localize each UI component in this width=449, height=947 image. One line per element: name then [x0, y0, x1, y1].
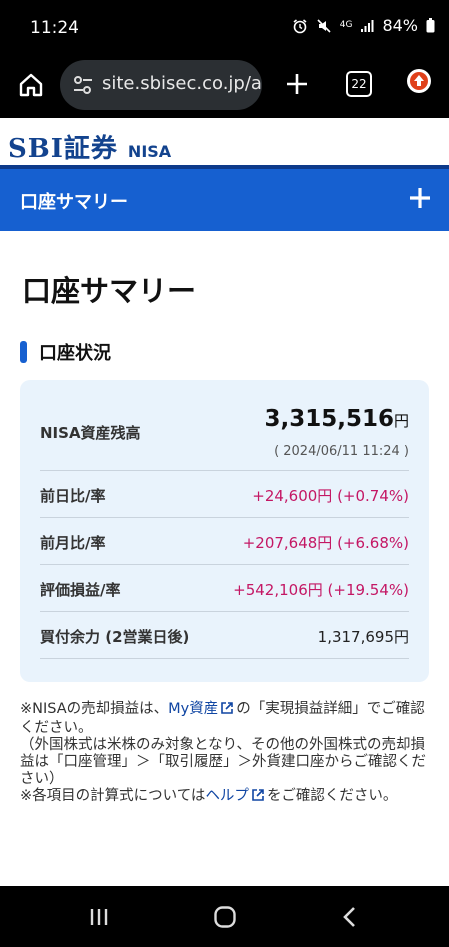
network-type-icon: 4G — [339, 20, 353, 30]
upload-arrow-icon — [410, 72, 428, 90]
row-label: 前日比/率 — [40, 487, 106, 505]
summary-row: 評価損益/率 +542,106円 (+19.54%) — [40, 564, 409, 612]
mute-icon — [316, 18, 332, 34]
sbi-logo[interactable]: SBI証券 NISA — [8, 128, 172, 164]
note-2: （外国株式は米株のみ対象となり、その他の外国株式の売却損益は「口座管理」＞「取引… — [20, 737, 426, 787]
as-of-timestamp: ( 2024/06/11 11:24 ) — [274, 444, 409, 459]
status-bar: 11:24 4G 84% — [0, 0, 449, 58]
summary-row-total: NISA資産残高 3,315,516円 ( 2024/06/11 11:24 ) — [40, 380, 409, 471]
total-label: NISA資産残高 — [40, 424, 141, 442]
tab-switcher-button[interactable]: 22 — [346, 71, 372, 97]
status-icons: 4G 84% — [292, 16, 435, 35]
site-settings-icon[interactable] — [72, 74, 94, 100]
alarm-icon — [292, 18, 308, 34]
notes: ※NISAの売却損益は、My資産 の「実現損益詳細」でご確認ください。 （外国株式… — [20, 701, 430, 807]
account-summary-card: NISA資産残高 3,315,516円 ( 2024/06/11 11:24 )… — [20, 380, 429, 682]
total-value: 3,315,516円 — [264, 406, 409, 432]
plus-icon — [287, 74, 307, 94]
my-assets-link[interactable]: My資産 — [168, 701, 218, 717]
summary-row: 前月比/率 +207,648円 (+6.68%) — [40, 517, 409, 565]
new-tab-button[interactable] — [282, 66, 312, 102]
web-page: SBI証券 NISA 口座サマリー 口座サマリー 口座状況 NISA資産残高 3… — [0, 118, 449, 886]
battery-icon — [426, 18, 435, 33]
page-title: 口座サマリー — [22, 274, 197, 308]
section-nav-bar[interactable]: 口座サマリー — [0, 165, 449, 231]
row-value: +542,106円 (+19.54%) — [233, 581, 409, 599]
help-link[interactable]: ヘルプ — [205, 788, 249, 804]
row-value: +207,648円 (+6.68%) — [242, 534, 409, 552]
brand-name: SBI証券 — [8, 134, 118, 164]
section-title: 口座状況 — [39, 343, 111, 364]
recents-button[interactable] — [86, 904, 112, 930]
row-value: +24,600円 (+0.74%) — [252, 487, 409, 505]
status-time: 11:24 — [30, 18, 79, 38]
row-label: 前月比/率 — [40, 534, 106, 552]
external-link-icon — [220, 701, 234, 720]
browser-toolbar: site.sbisec.co.jp/a 22 — [0, 58, 449, 118]
row-label: 評価損益/率 — [40, 581, 121, 599]
home-circle-icon — [214, 906, 236, 928]
section-marker — [20, 341, 27, 363]
back-icon — [343, 907, 355, 927]
back-button[interactable] — [338, 904, 362, 930]
summary-row: 前日比/率 +24,600円 (+0.74%) — [40, 470, 409, 518]
signal-icon — [360, 19, 374, 33]
nav-title: 口座サマリー — [20, 192, 128, 213]
url-text: site.sbisec.co.jp/a — [102, 73, 262, 94]
note-1: ※NISAの売却損益は、My資産 の「実現損益詳細」でご確認ください。 — [20, 701, 425, 736]
product-name: NISA — [127, 142, 172, 161]
recents-icon — [90, 909, 108, 925]
summary-row: 買付余力 (2営業日後) 1,317,695円 — [40, 611, 409, 659]
home-nav-button[interactable] — [211, 904, 239, 930]
expand-icon[interactable] — [409, 178, 431, 218]
note-3: ※各項目の計算式についてはヘルプ をご確認ください。 — [20, 788, 430, 807]
home-icon — [19, 73, 43, 97]
address-bar[interactable]: site.sbisec.co.jp/a — [60, 60, 262, 110]
extension-button[interactable] — [407, 69, 431, 93]
row-value: 1,317,695円 — [317, 628, 409, 646]
home-button[interactable] — [14, 68, 48, 102]
row-label: 買付余力 (2営業日後) — [40, 628, 190, 646]
external-link-icon — [251, 788, 265, 807]
section-heading: 口座状況 — [20, 339, 111, 365]
battery-percent: 84% — [382, 16, 418, 35]
system-nav-bar — [0, 886, 449, 947]
